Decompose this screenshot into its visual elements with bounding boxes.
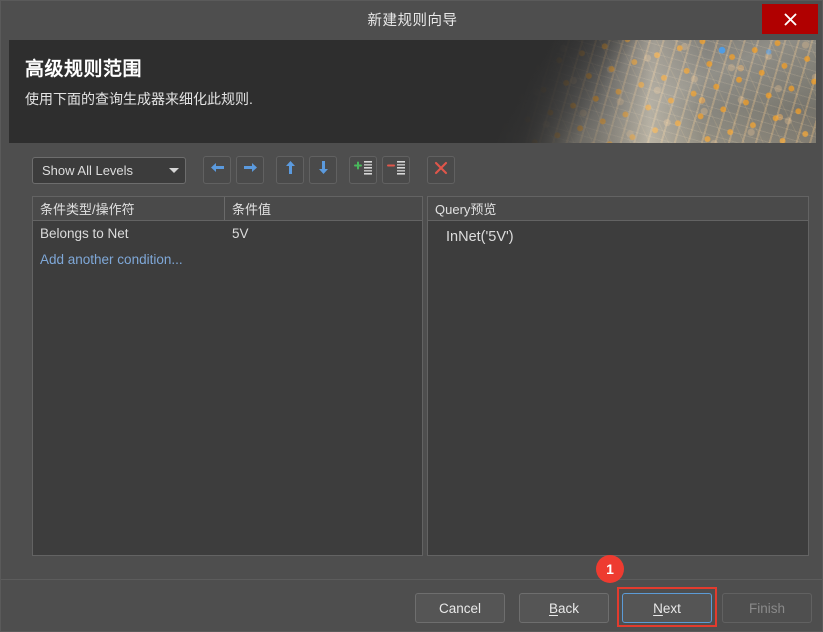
query-preview-header: Query预览 [428,197,808,221]
remove-condition-button[interactable] [382,156,410,184]
window-title: 新建规则向导 [367,12,458,29]
page-subtitle: 使用下面的查询生成器来细化此规则. [25,91,253,107]
new-rule-wizard-dialog: 新建规则向导 高级规则范围 使用下面的查询生成器来细化此规则. Show All… [0,0,823,632]
back-button-label: ack [558,600,580,616]
query-builder-panels: 条件类型/操作符 条件值 Belongs to Net 5V Add anoth… [32,196,809,556]
finish-button: Finish [722,593,812,623]
close-button[interactable] [762,4,818,34]
arrow-up-icon [284,160,297,180]
move-left-button[interactable] [203,156,231,184]
clear-all-button[interactable] [427,156,455,184]
dialog-footer: Cancel Back Next Finish [1,579,822,631]
header-banner: 高级规则范围 使用下面的查询生成器来细化此规则. [9,40,816,143]
query-preview-panel: Query预览 InNet('5V') [427,196,809,556]
add-list-icon [353,160,373,181]
column-header-query-preview: Query预览 [435,202,497,217]
chevron-down-icon [169,167,179,173]
query-preview-text: InNet('5V') [446,229,514,245]
column-header-condition-type[interactable]: 条件类型/操作符 [33,197,225,220]
arrow-left-icon [210,161,225,179]
pcb-banner-image [471,40,816,143]
query-builder-toolbar: Show All Levels [32,156,455,184]
page-title: 高级规则范围 [25,59,143,80]
close-icon [784,13,797,26]
arrow-down-icon [317,160,330,180]
level-filter-dropdown[interactable]: Show All Levels [32,156,186,184]
conditions-table-header: 条件类型/操作符 条件值 [33,197,422,221]
back-button-accel: B [548,600,558,616]
next-button-accel: N [653,600,663,616]
move-up-button[interactable] [276,156,304,184]
next-button-label: ext [662,600,681,616]
next-button[interactable]: Next [622,593,712,623]
cell-condition-value: 5V [232,226,249,241]
move-right-button[interactable] [236,156,264,184]
cell-condition-type: Belongs to Net [40,226,129,241]
back-button[interactable]: Back [519,593,609,623]
conditions-table-body: Belongs to Net 5V Add another condition.… [33,221,422,555]
title-bar: 新建规则向导 [1,1,822,37]
red-x-icon [434,161,448,180]
conditions-table: 条件类型/操作符 条件值 Belongs to Net 5V Add anoth… [32,196,423,556]
arrow-right-icon [243,161,258,179]
column-header-condition-value[interactable]: 条件值 [225,197,422,220]
cancel-button[interactable]: Cancel [415,593,505,623]
query-preview-body[interactable]: InNet('5V') [428,221,808,555]
table-row[interactable]: Belongs to Net 5V [33,221,422,246]
level-filter-value: Show All Levels [42,162,134,178]
add-condition-button[interactable] [349,156,377,184]
dialog-body: Show All Levels 条件类型/操作符 条件值 Belongs to … [9,143,816,573]
add-another-condition-link[interactable]: Add another condition... [33,246,422,273]
remove-list-icon [386,160,406,181]
annotation-badge-1: 1 [596,555,624,583]
move-down-button[interactable] [309,156,337,184]
